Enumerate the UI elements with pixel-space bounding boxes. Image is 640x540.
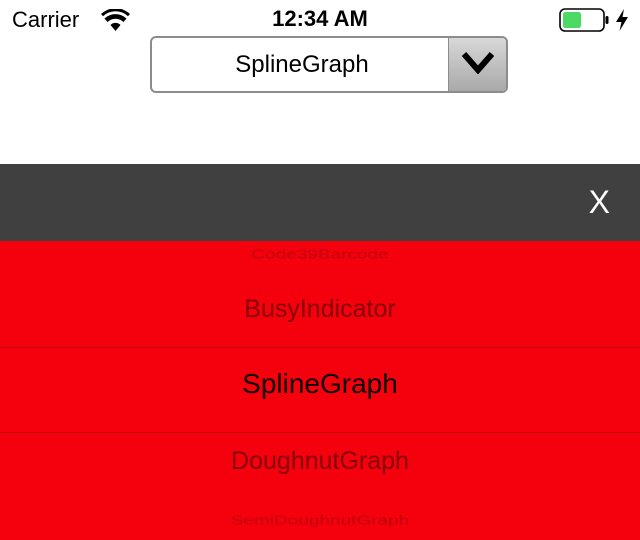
selection-divider-bottom (0, 432, 640, 433)
picker-wheel[interactable]: Code39Barcode BusyIndicator SplineGraph … (0, 241, 640, 540)
status-time: 12:34 AM (272, 6, 368, 31)
dropdown-toggle-button[interactable] (448, 38, 506, 91)
picker-item[interactable]: DoughnutGraph (0, 447, 640, 476)
charging-bolt-icon (616, 9, 628, 31)
picker-header: X (0, 164, 640, 241)
selection-divider-top (0, 347, 640, 348)
picker-item-selected[interactable]: SplineGraph (0, 368, 640, 400)
app-screen: Carrier 12:34 AM SplineGraph X Code39Bar… (0, 0, 640, 540)
picker-item[interactable]: BusyIndicator (0, 295, 640, 324)
dropdown-selected-value: SplineGraph (235, 51, 369, 78)
graph-type-dropdown[interactable]: SplineGraph (150, 36, 508, 93)
close-button[interactable]: X (589, 164, 610, 241)
battery-icon (559, 8, 609, 32)
picker-item[interactable]: Code39Barcode (0, 247, 640, 262)
status-bar: Carrier 12:34 AM (0, 0, 640, 40)
picker-item[interactable]: SemiDoughnutGraph (0, 513, 640, 528)
chevron-down-icon (462, 52, 494, 74)
